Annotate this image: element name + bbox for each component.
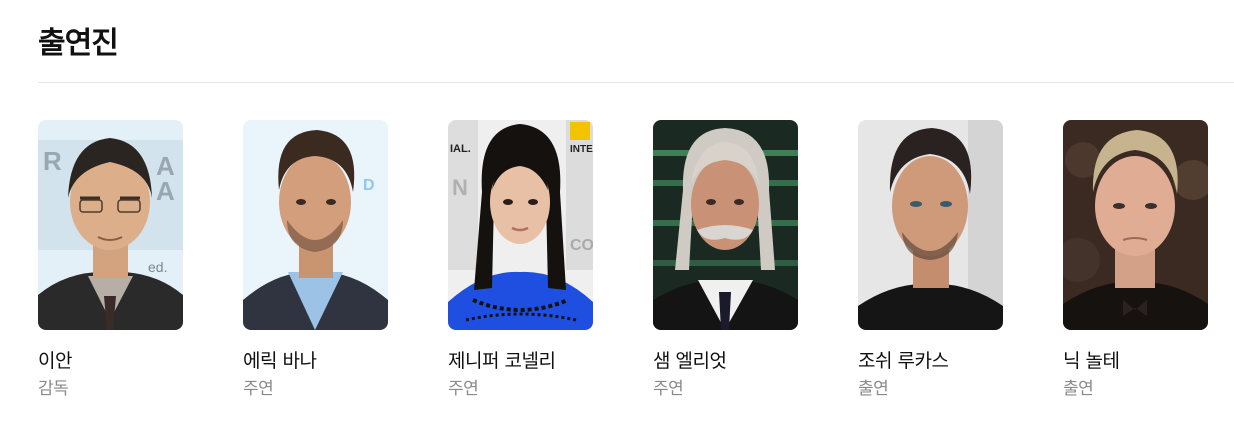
- cast-name[interactable]: 이안: [38, 349, 183, 373]
- cast-role: 출연: [1063, 379, 1094, 399]
- cast-photo[interactable]: [1063, 120, 1208, 330]
- svg-text:INTE: INTE: [570, 144, 593, 155]
- svg-text:A: A: [156, 176, 175, 206]
- cast-name[interactable]: 조쉬 루카스: [858, 349, 1003, 373]
- cast-name[interactable]: 제니퍼 코넬리: [448, 349, 593, 373]
- cast-card-2[interactable]: D 에릭 바나 주연: [243, 120, 388, 400]
- cast-section: 출연진 R A A ed. 이안 감독 D 에릭 바나 주연 IAL. INTE…: [0, 0, 1234, 443]
- svg-text:D: D: [363, 177, 375, 194]
- cast-card-3[interactable]: IAL. INTE N CO 제니퍼 코넬리 주연: [448, 120, 593, 400]
- cast-role: 주연: [653, 379, 684, 399]
- divider: [38, 82, 1234, 83]
- cast-card-5[interactable]: 조쉬 루카스 출연: [858, 120, 1003, 400]
- cast-photo[interactable]: [858, 120, 1003, 330]
- cast-card-6[interactable]: 닉 놀테 출연: [1063, 120, 1208, 400]
- svg-text:R: R: [43, 146, 62, 176]
- svg-text:CO: CO: [570, 237, 593, 254]
- cast-role: 감독: [38, 379, 69, 399]
- cast-role: 출연: [858, 379, 889, 399]
- section-title: 출연진: [38, 26, 119, 61]
- svg-text:IAL.: IAL.: [450, 143, 471, 155]
- cast-photo[interactable]: [653, 120, 798, 330]
- cast-name[interactable]: 닉 놀테: [1063, 349, 1208, 373]
- cast-photo[interactable]: D: [243, 120, 388, 330]
- cast-name[interactable]: 샘 엘리엇: [653, 349, 798, 373]
- cast-role: 주연: [448, 379, 479, 399]
- cast-name[interactable]: 에릭 바나: [243, 349, 388, 373]
- svg-text:ed.: ed.: [148, 259, 167, 275]
- cast-photo[interactable]: R A A ed.: [38, 120, 183, 330]
- cast-list: R A A ed. 이안 감독 D 에릭 바나 주연 IAL. INTE N C…: [38, 120, 1208, 400]
- cast-card-1[interactable]: R A A ed. 이안 감독: [38, 120, 183, 400]
- cast-photo[interactable]: IAL. INTE N CO: [448, 120, 593, 330]
- cast-role: 주연: [243, 379, 274, 399]
- svg-text:N: N: [452, 175, 468, 200]
- cast-card-4[interactable]: 샘 엘리엇 주연: [653, 120, 798, 400]
